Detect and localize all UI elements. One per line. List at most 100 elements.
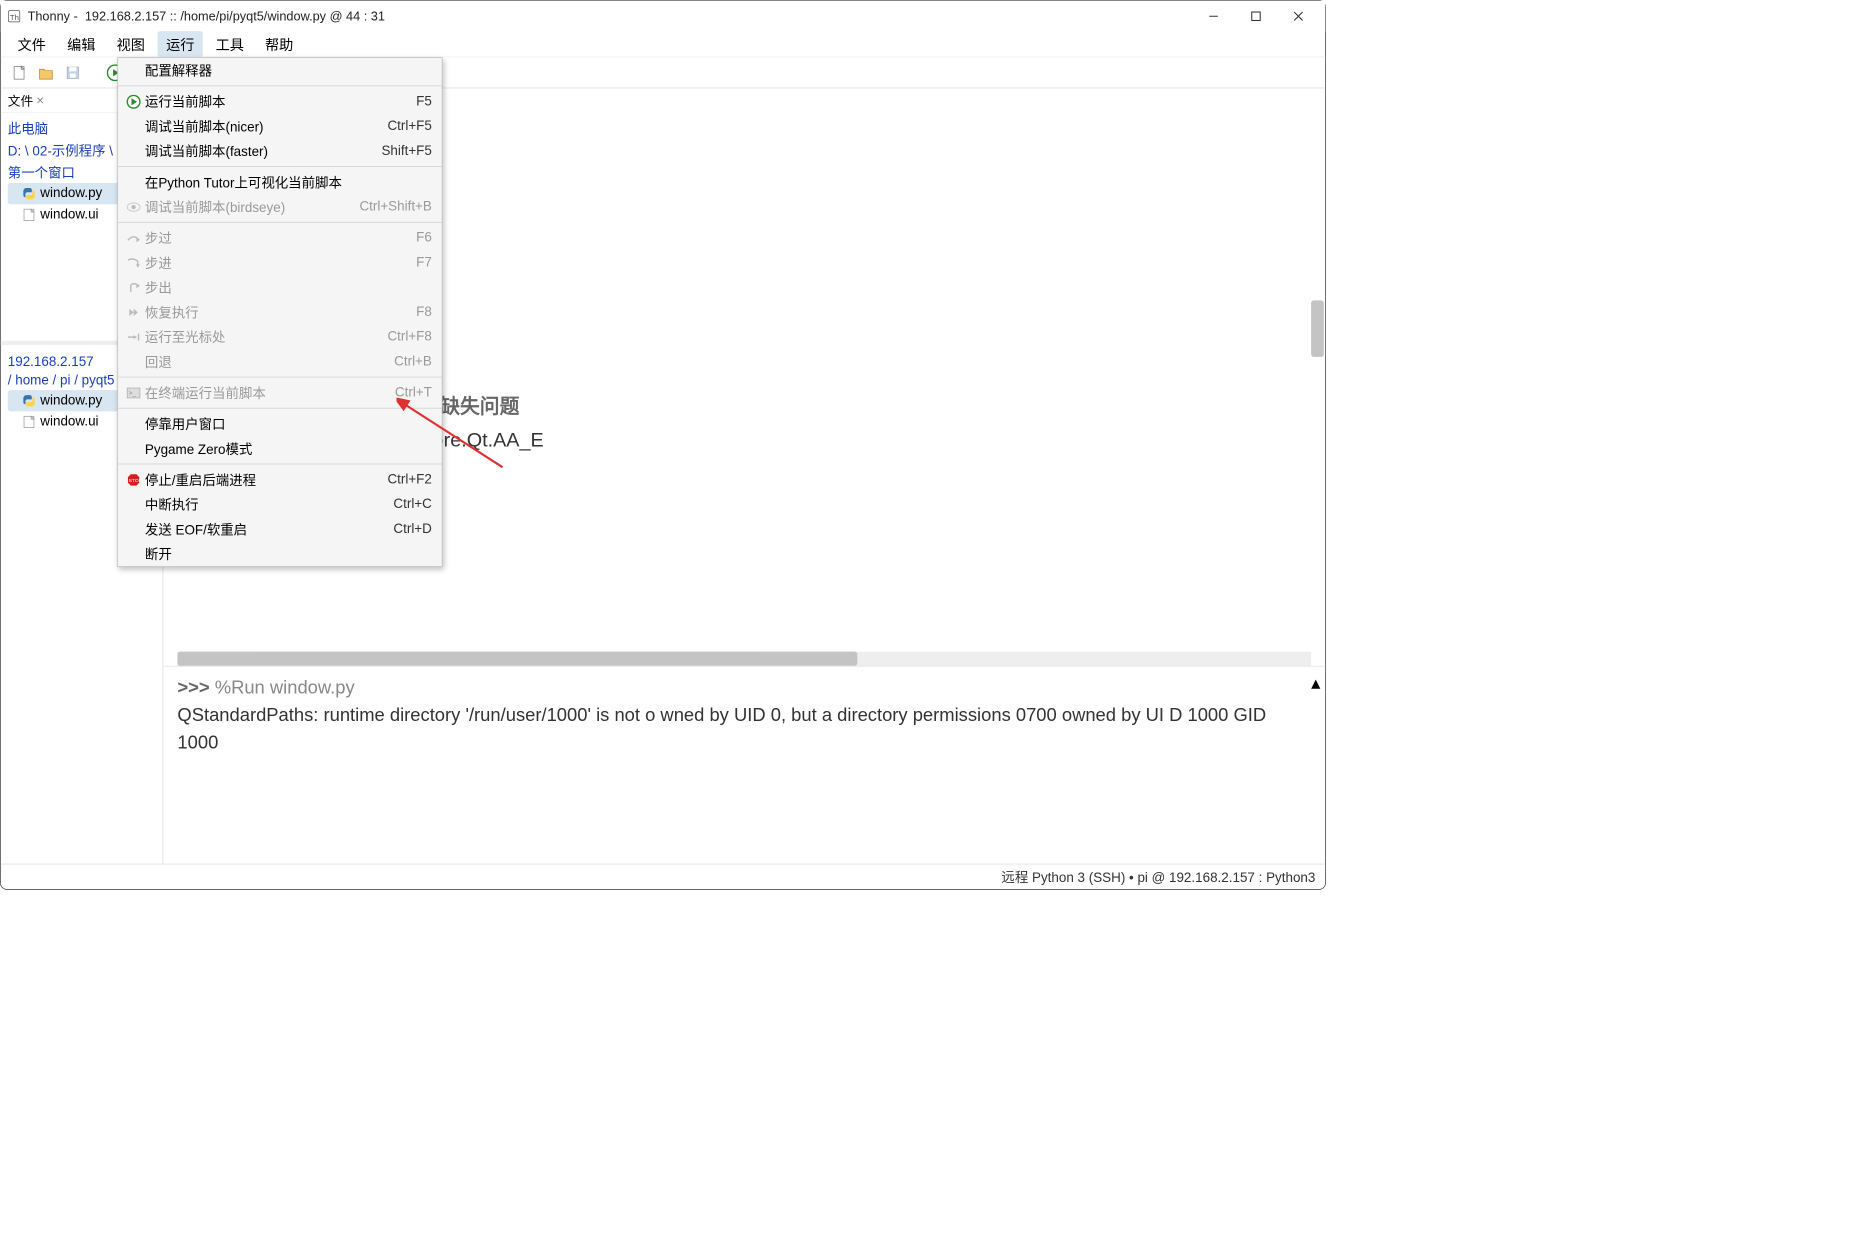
- blank-icon: [125, 175, 142, 189]
- shell-prompt: >>>: [177, 676, 209, 697]
- menu-帮助[interactable]: 帮助: [257, 31, 302, 57]
- scrollbar-thumb[interactable]: [177, 652, 857, 666]
- menu-shortcut: F6: [416, 230, 432, 246]
- menu-shortcut: Shift+F5: [381, 143, 431, 159]
- minimize-button[interactable]: [1207, 9, 1221, 23]
- menu-item-label: 断开: [145, 544, 432, 563]
- menu-item-label: 调试当前脚本(birdseye): [145, 197, 345, 216]
- menu-item-断开[interactable]: 断开: [118, 541, 442, 566]
- menu-item-label: 调试当前脚本(nicer): [145, 117, 373, 136]
- menu-item-Pygame-Zero模式[interactable]: Pygame Zero模式: [118, 436, 442, 461]
- blank-icon: [125, 63, 142, 77]
- menu-item-label: 步进: [145, 253, 402, 272]
- menu-item-label: 步过: [145, 228, 402, 247]
- menu-运行[interactable]: 运行: [158, 31, 203, 57]
- blank-icon: [125, 417, 142, 431]
- step-out-icon: [125, 280, 142, 294]
- menu-item-步进: 步进 F7: [118, 250, 442, 275]
- menu-item-label: 在终端运行当前脚本: [145, 383, 381, 402]
- svg-text:>_: >_: [129, 390, 137, 397]
- menubar: 文件编辑视图运行工具帮助: [1, 32, 1326, 57]
- menu-item-步过: 步过 F6: [118, 225, 442, 250]
- interpreter-status[interactable]: 远程 Python 3 (SSH) • pi @ 192.168.2.157 :…: [1001, 867, 1315, 886]
- menu-separator: [118, 166, 442, 167]
- file-name: window.py: [40, 186, 102, 202]
- menu-item-label: 调试当前脚本(faster): [145, 141, 367, 160]
- menu-item-label: Pygame Zero模式: [145, 439, 432, 458]
- menu-编辑[interactable]: 编辑: [59, 31, 104, 57]
- menu-item-配置解释器[interactable]: 配置解释器: [118, 58, 442, 83]
- menu-separator: [118, 377, 442, 378]
- menu-item-label: 停止/重启后端进程: [145, 470, 373, 489]
- window-controls: [1207, 9, 1306, 23]
- thonny-logo-icon: Th: [6, 8, 22, 24]
- file-icon: [22, 415, 36, 429]
- editor-horizontal-scrollbar[interactable]: [177, 652, 1311, 666]
- console-scroll-up-icon[interactable]: ▴: [1311, 669, 1322, 680]
- shell-console[interactable]: >>> %Run window.py QStandardPaths: runti…: [163, 666, 1325, 864]
- resume-icon: [125, 305, 142, 319]
- window-title: Thonny - 192.168.2.157 :: /home/pi/pyqt5…: [28, 9, 1207, 24]
- files-panel-label: 文件: [8, 91, 33, 109]
- menu-item-调试当前脚本(faster)[interactable]: 调试当前脚本(faster) Shift+F5: [118, 139, 442, 164]
- menu-shortcut: Ctrl+C: [393, 497, 431, 513]
- new-file-button[interactable]: [9, 63, 29, 83]
- menu-item-运行当前脚本[interactable]: 运行当前脚本 F5: [118, 89, 442, 114]
- editor-vertical-scrollbar[interactable]: [1311, 300, 1324, 357]
- menu-item-label: 发送 EOF/软重启: [145, 519, 379, 538]
- menu-item-在Python-Tutor上可视化当前脚本[interactable]: 在Python Tutor上可视化当前脚本: [118, 170, 442, 195]
- blank-icon: [125, 547, 142, 561]
- menu-shortcut: Ctrl+F8: [387, 329, 431, 345]
- menu-separator: [118, 408, 442, 409]
- blank-icon: [125, 441, 142, 455]
- run-to-cursor-icon: [125, 330, 142, 344]
- shell-command: %Run window.py: [215, 676, 355, 697]
- menu-item-调试当前脚本(nicer)[interactable]: 调试当前脚本(nicer)Ctrl+F5: [118, 114, 442, 139]
- menu-item-停止/重启后端进程[interactable]: STOP停止/重启后端进程Ctrl+F2: [118, 467, 442, 492]
- statusbar[interactable]: 远程 Python 3 (SSH) • pi @ 192.168.2.157 :…: [1, 864, 1326, 889]
- file-name: window.py: [40, 393, 102, 409]
- menu-separator: [118, 464, 442, 465]
- eye-icon: [125, 200, 142, 214]
- menu-工具[interactable]: 工具: [207, 31, 252, 57]
- terminal-icon: >_: [125, 386, 142, 400]
- menu-文件[interactable]: 文件: [9, 31, 54, 57]
- svg-text:STOP: STOP: [129, 478, 141, 484]
- menu-shortcut: F5: [416, 94, 432, 110]
- svg-text:Th: Th: [10, 13, 19, 22]
- menu-item-label: 配置解释器: [145, 61, 432, 80]
- menu-separator: [118, 222, 442, 223]
- blank-icon: [125, 522, 142, 536]
- save-file-button[interactable]: [63, 63, 83, 83]
- close-button[interactable]: [1291, 9, 1305, 23]
- blank-icon: [125, 354, 142, 368]
- python-icon: [22, 394, 36, 408]
- file-name: window.ui: [40, 414, 98, 430]
- menu-shortcut: Ctrl+Shift+B: [359, 199, 431, 215]
- annotation-arrow-icon: [397, 397, 510, 482]
- maximize-button[interactable]: [1249, 9, 1263, 23]
- stop-icon: STOP: [125, 472, 142, 486]
- menu-item-label: 运行当前脚本: [145, 92, 402, 111]
- menu-shortcut: F7: [416, 255, 432, 271]
- blank-icon: [125, 497, 142, 511]
- titlebar: Th Thonny - 192.168.2.157 :: /home/pi/py…: [1, 1, 1326, 32]
- menu-item-调试当前脚本(birdseye): 调试当前脚本(birdseye) Ctrl+Shift+B: [118, 194, 442, 219]
- menu-item-停靠用户窗口[interactable]: 停靠用户窗口: [118, 411, 442, 436]
- menu-item-label: 运行至光标处: [145, 327, 373, 346]
- step-into-icon: [125, 256, 142, 270]
- menu-item-运行至光标处: 运行至光标处 Ctrl+F8: [118, 324, 442, 349]
- blank-icon: [125, 144, 142, 158]
- menu-item-label: 停靠用户窗口: [145, 414, 432, 433]
- menu-item-中断执行[interactable]: 中断执行Ctrl+C: [118, 492, 442, 517]
- menu-item-步出: 步出: [118, 275, 442, 300]
- menu-视图[interactable]: 视图: [108, 31, 153, 57]
- menu-item-在终端运行当前脚本: >_在终端运行当前脚本Ctrl+T: [118, 380, 442, 405]
- open-file-button[interactable]: [36, 63, 56, 83]
- file-icon: [22, 208, 36, 222]
- panel-close-icon[interactable]: ✕: [36, 94, 44, 106]
- menu-item-发送-EOF/软重启[interactable]: 发送 EOF/软重启Ctrl+D: [118, 517, 442, 542]
- run-menu-dropdown: 配置解释器运行当前脚本F5调试当前脚本(nicer)Ctrl+F5调试当前脚本(…: [117, 57, 442, 567]
- menu-item-label: 在Python Tutor上可视化当前脚本: [145, 172, 432, 191]
- menu-item-回退: 回退Ctrl+B: [118, 349, 442, 374]
